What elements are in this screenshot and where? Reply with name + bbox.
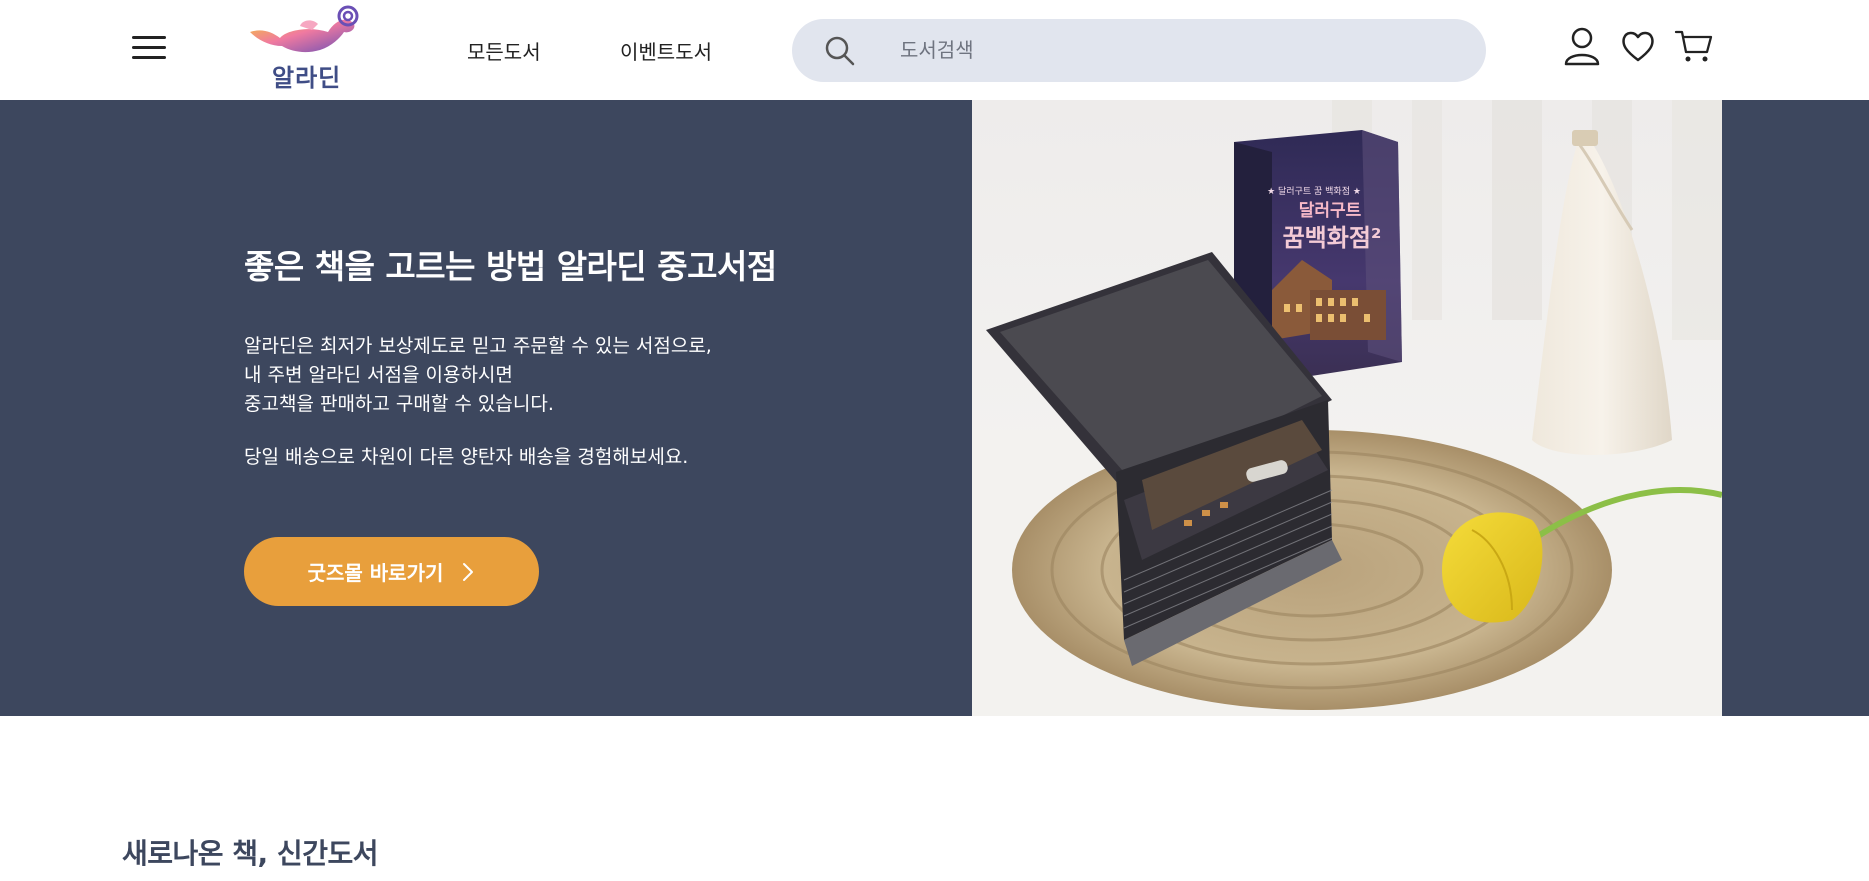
- hero-delivery-text: 당일 배송으로 차원이 다른 양탄자 배송을 경험해보세요.: [244, 446, 689, 468]
- search-input[interactable]: [900, 31, 1460, 69]
- aladin-logo[interactable]: 알라딘: [240, 2, 370, 94]
- cart-icon[interactable]: [1674, 26, 1714, 66]
- hero-desc-line: 내 주변 알라딘 서점을 이용하시면: [244, 364, 513, 386]
- goods-mall-button[interactable]: 굿즈몰 바로가기: [244, 537, 539, 606]
- hero-description: 알라딘은 최저가 보상제도로 믿고 주문할 수 있는 서점으로, 내 주변 알라…: [244, 332, 712, 419]
- hero-desc-line: 알라딘은 최저가 보상제도로 믿고 주문할 수 있는 서점으로,: [244, 335, 712, 357]
- search-bar: [792, 19, 1486, 82]
- svg-text:달러구트: 달러구트: [1299, 200, 1362, 221]
- hero-banner: 좋은 책을 고르는 방법 알라딘 중고서점 알라딘은 최저가 보상제도로 믿고 …: [0, 100, 1869, 716]
- goods-mall-button-label: 굿즈몰 바로가기: [307, 561, 444, 585]
- hero-title: 좋은 책을 고르는 방법 알라딘 중고서점: [244, 247, 777, 286]
- hero-photo: ★ 달러구트 꿈 백화점 ★ 달러구트 꿈백화점²: [972, 100, 1722, 716]
- search-icon[interactable]: [824, 35, 856, 67]
- chevron-right-icon: [463, 562, 474, 581]
- user-icon[interactable]: [1562, 26, 1602, 66]
- menu-icon[interactable]: [132, 34, 168, 60]
- hero-desc-line: 중고책을 판매하고 구매할 수 있습니다.: [244, 393, 554, 415]
- heart-icon[interactable]: [1618, 26, 1658, 66]
- site-header: 알라딘 모든도서 이벤트도서: [0, 0, 1869, 100]
- svg-text:★ 달러구트 꿈 백화점 ★: ★ 달러구트 꿈 백화점 ★: [1267, 185, 1361, 197]
- nav-all-books[interactable]: 모든도서: [467, 36, 541, 65]
- logo-text: 알라딘: [272, 64, 342, 92]
- svg-text:꿈백화점²: 꿈백화점²: [1283, 224, 1382, 252]
- new-books-section-title: 새로나온 책, 신간도서: [122, 837, 378, 870]
- nav-event-books[interactable]: 이벤트도서: [620, 36, 712, 65]
